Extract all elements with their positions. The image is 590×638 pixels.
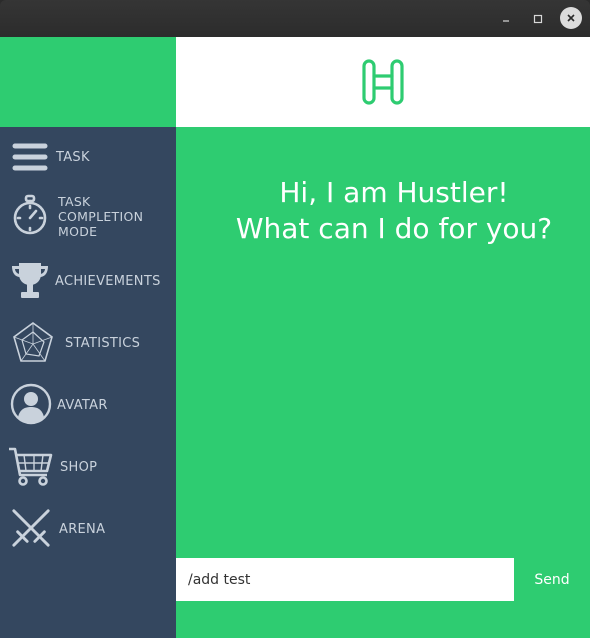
maximize-button[interactable] [527, 8, 549, 30]
app-window: TASK TASK COMPLETION MODE ACHIEVEMENTS S… [0, 37, 590, 638]
sidebar-item-label: ACHIEVEMENTS [55, 274, 161, 289]
hustler-logo-icon [362, 59, 404, 105]
sidebar-item-label: STATISTICS [65, 336, 141, 351]
swords-icon [12, 509, 50, 547]
minimize-icon [503, 20, 509, 22]
menu-icon [12, 143, 48, 171]
cart-icon [9, 447, 53, 486]
sidebar-item-label: SHOP [60, 460, 98, 475]
header-bar [176, 37, 590, 127]
close-button[interactable] [560, 7, 582, 29]
maximize-icon [533, 14, 543, 24]
sidebar-item-label: TASK COMPLETION MODE [58, 194, 144, 239]
sidebar-item-avatar[interactable]: AVATAR [0, 377, 176, 433]
minimize-button[interactable] [495, 8, 517, 30]
sidebar: TASK TASK COMPLETION MODE ACHIEVEMENTS S… [0, 127, 176, 638]
trophy-icon [12, 263, 48, 298]
window-titlebar [0, 0, 590, 37]
sidebar-item-label: TASK [56, 150, 90, 165]
command-input[interactable] [176, 558, 514, 601]
sidebar-item-label: ARENA [59, 522, 106, 537]
sidebar-item-label: AVATAR [57, 398, 108, 413]
sidebar-item-arena[interactable]: ARENA [0, 501, 176, 557]
sidebar-item-achievements[interactable]: ACHIEVEMENTS [0, 253, 176, 309]
sidebar-item-task-completion-mode[interactable]: TASK COMPLETION MODE [0, 185, 176, 249]
send-button[interactable]: Send [514, 558, 590, 601]
close-icon [567, 14, 575, 22]
sidebar-item-statistics[interactable]: STATISTICS [0, 315, 176, 371]
corner-panel [0, 37, 176, 127]
sidebar-item-shop[interactable]: SHOP [0, 439, 176, 495]
sidebar-item-task[interactable]: TASK [0, 129, 176, 185]
avatar-icon [10, 383, 52, 425]
greeting-text: Hi, I am Hustler! What can I do for you? [235, 176, 553, 245]
stopwatch-icon [13, 194, 47, 235]
statistics-icon [13, 322, 53, 362]
